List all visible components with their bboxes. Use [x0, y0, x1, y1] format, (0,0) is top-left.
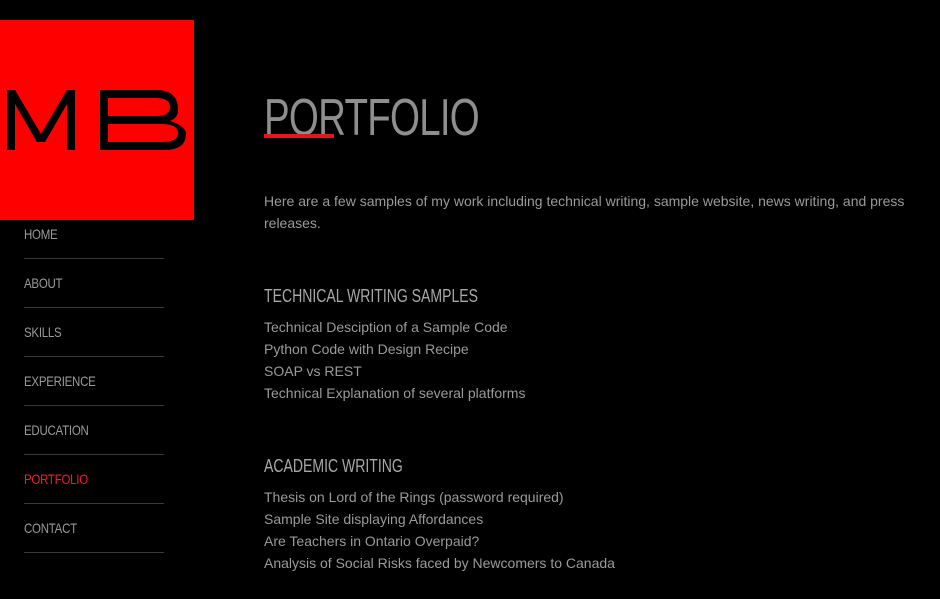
sidebar-item-home[interactable]: HOME — [24, 210, 164, 259]
technical-writing-links: Technical Desciption of a Sample Code Py… — [264, 316, 525, 404]
sample-link[interactable]: Thesis on Lord of the Rings (password re… — [264, 486, 615, 508]
title-underline — [264, 134, 334, 138]
sidebar-item-contact[interactable]: CONTACT — [24, 504, 164, 553]
sidebar-nav: HOME ABOUT SKILLS EXPERIENCE EDUCATION P… — [24, 210, 164, 553]
intro-text: Here are a few samples of my work includ… — [264, 193, 905, 231]
sample-link[interactable]: Sample Site displaying Affordances — [264, 508, 615, 530]
sidebar-item-portfolio[interactable]: PORTFOLIO — [24, 455, 164, 504]
sample-link[interactable]: Analysis of Social Risks faced by Newcom… — [264, 552, 615, 574]
sidebar-item-about[interactable]: ABOUT — [24, 259, 164, 308]
academic-writing-links: Thesis on Lord of the Rings (password re… — [264, 486, 615, 574]
sample-link[interactable]: Technical Desciption of a Sample Code — [264, 316, 525, 338]
sidebar-item-label: EDUCATION — [24, 422, 89, 438]
sidebar-item-skills[interactable]: SKILLS — [24, 308, 164, 357]
section-heading-technical-writing: TECHNICAL WRITING SAMPLES — [264, 286, 479, 306]
sidebar-item-label: ABOUT — [24, 275, 63, 291]
sample-link[interactable]: Technical Explanation of several platfor… — [264, 382, 525, 404]
sample-link[interactable]: Are Teachers in Ontario Overpaid? — [264, 530, 615, 552]
sidebar-item-label: HOME — [24, 226, 58, 242]
sidebar-item-label: CONTACT — [24, 520, 77, 536]
site-logo[interactable]: MB — [0, 20, 194, 220]
page-title: PORTFOLIO — [264, 88, 480, 147]
sidebar-item-experience[interactable]: EXPERIENCE — [24, 357, 164, 406]
sample-link[interactable]: Python Code with Design Recipe — [264, 338, 525, 360]
sidebar-item-label: EXPERIENCE — [24, 373, 96, 389]
sidebar-item-label: PORTFOLIO — [24, 471, 88, 487]
sample-link[interactable]: SOAP vs REST — [264, 360, 525, 382]
sidebar-item-label: SKILLS — [24, 324, 62, 340]
section-heading-academic-writing: ACADEMIC WRITING — [264, 456, 403, 476]
logo-mark: MB — [7, 90, 186, 150]
sidebar-item-education[interactable]: EDUCATION — [24, 406, 164, 455]
